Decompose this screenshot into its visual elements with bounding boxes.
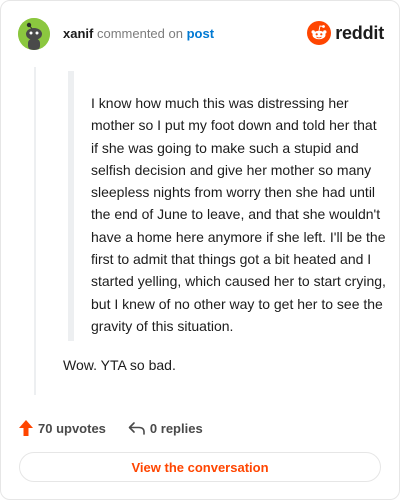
comment-actions: 70 upvotes 0 replies [18,418,203,438]
upvote-button[interactable]: 70 upvotes [18,419,106,437]
post-link[interactable]: post [187,26,214,41]
comment-body: Wow. YTA so bad. [63,357,176,373]
quoted-text: I know how much this was distressing her… [91,95,386,334]
comment-header: xanif commented on post reddit [1,1,399,65]
reply-count: 0 replies [149,420,203,436]
username-link[interactable]: xanif [63,26,93,41]
user-avatar[interactable] [18,18,50,50]
upvote-arrow-icon [19,420,33,436]
reddit-wordmark: reddit [335,22,384,43]
reply-arrow-icon [128,422,145,435]
view-conversation-button[interactable]: View the conversation [19,452,381,482]
action-text: commented on [96,26,183,41]
snoo-avatar-icon [18,18,50,50]
reddit-logo[interactable]: reddit [307,21,384,45]
embedded-comment-card: xanif commented on post reddit I know ho… [0,0,400,500]
upvote-count: 70 upvotes [38,420,106,436]
replies-button[interactable]: 0 replies [128,420,203,436]
thread-line [34,67,36,395]
reddit-snoo-icon [307,21,332,45]
comment-meta: xanif commented on post [63,27,214,41]
quote-bar [68,71,74,341]
